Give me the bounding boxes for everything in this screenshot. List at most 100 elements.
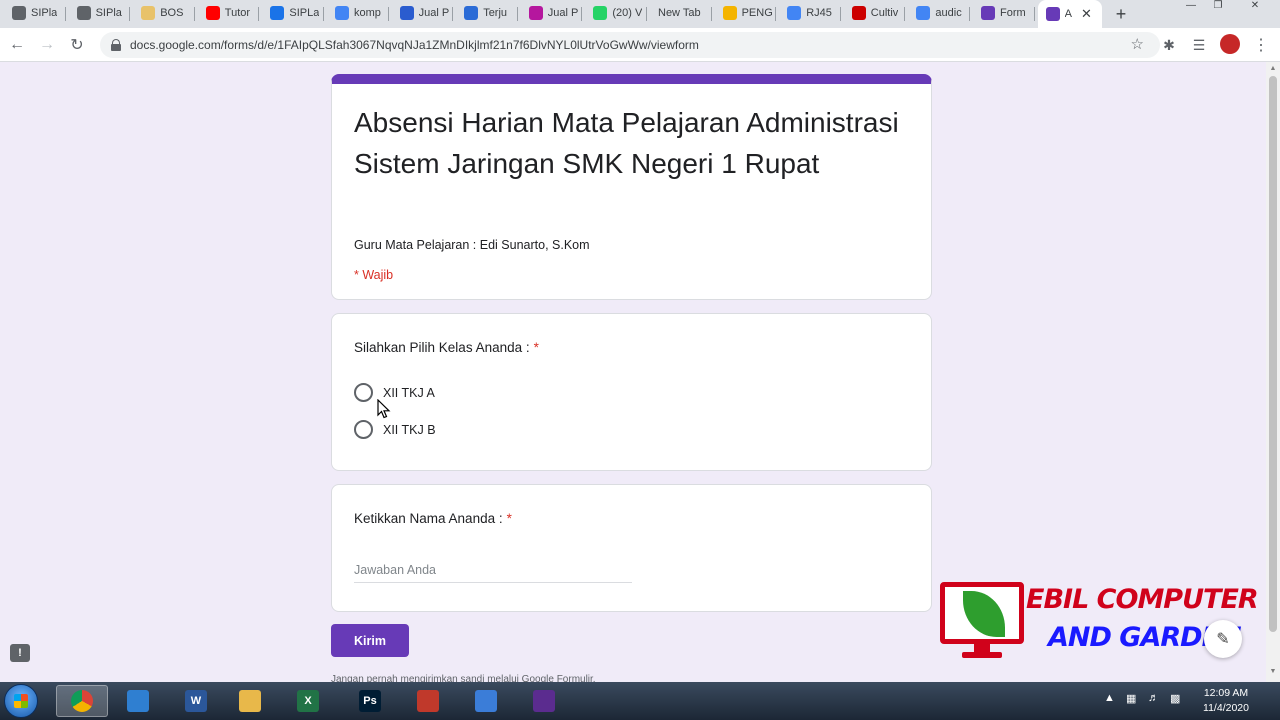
watermark-logo: EBIL COMPUTER AND GARDEN ✎ xyxy=(940,582,1259,660)
forward-button[interactable]: → xyxy=(36,34,58,56)
browser-tab[interactable]: Jual P xyxy=(392,2,453,24)
page-scrollbar[interactable]: ▲ ▼ xyxy=(1266,62,1280,682)
radio-option-xii-tkj-b[interactable]: XII TKJ B xyxy=(354,420,436,439)
form-title: Absensi Harian Mata Pelajaran Administra… xyxy=(354,107,899,179)
edit-pen-icon[interactable]: ✎ xyxy=(1204,620,1242,658)
question-title: Silahkan Pilih Kelas Ananda : * xyxy=(354,340,539,355)
tab-separator xyxy=(323,7,324,21)
browser-tab[interactable]: komp xyxy=(327,2,388,24)
mouse-cursor-icon xyxy=(377,399,391,419)
tab-separator xyxy=(516,7,518,21)
photoshop-icon: Ps xyxy=(359,690,381,712)
scroll-down-arrow-icon[interactable]: ▼ xyxy=(1268,668,1278,675)
browser-tab[interactable]: Terju xyxy=(456,2,517,24)
taskbar-app-snipping-tool[interactable] xyxy=(402,685,454,717)
star-icon xyxy=(722,6,737,20)
tab-title: Jual P xyxy=(547,7,579,19)
k-icon xyxy=(464,6,479,20)
name-answer-input[interactable] xyxy=(354,557,632,583)
radio-button[interactable] xyxy=(354,420,373,439)
taskbar-app-chrome[interactable] xyxy=(56,685,108,717)
scroll-up-arrow-icon[interactable]: ▲ xyxy=(1268,65,1278,72)
new-tab-button[interactable]: + xyxy=(1110,3,1132,25)
taskbar-app-excel[interactable]: X xyxy=(282,685,334,717)
word-icon: W xyxy=(185,690,207,712)
google-icon xyxy=(76,6,91,20)
question-title: Ketikkan Nama Ananda : * xyxy=(354,511,512,526)
tray-overflow-icon[interactable]: ▲ xyxy=(1104,692,1115,704)
form-header-card: Absensi Harian Mata Pelajaran Administra… xyxy=(331,74,932,300)
shopee-icon xyxy=(528,6,543,20)
question-title-text: Ketikkan Nama Ananda : xyxy=(354,511,503,526)
form-description: Guru Mata Pelajaran : Edi Sunarto, S.Kom xyxy=(354,238,590,252)
tab-separator xyxy=(839,7,841,21)
close-tab-icon[interactable]: ✕ xyxy=(1081,6,1092,22)
radio-label: XII TKJ A xyxy=(383,385,435,400)
monitor-icon xyxy=(940,582,1024,644)
clock-time: 12:09 AM xyxy=(1203,687,1249,699)
restore-button[interactable]: ❐ xyxy=(1207,0,1229,14)
submit-button[interactable]: Kirim xyxy=(331,624,409,657)
browser-tab[interactable]: Form xyxy=(973,2,1034,24)
bos-icon xyxy=(141,6,156,20)
browser-tab[interactable]: audic xyxy=(908,2,969,24)
network-icon[interactable]: ▩ xyxy=(1170,692,1180,705)
tab-separator xyxy=(710,7,712,21)
required-note: * Wajib xyxy=(354,268,394,282)
browser-tab[interactable]: Tutor xyxy=(198,2,259,24)
report-abuse-icon[interactable]: ! xyxy=(10,644,30,662)
reload-button[interactable]: ↻ xyxy=(66,34,88,56)
address-bar[interactable]: docs.google.com/forms/d/e/1FAIpQLSfah306… xyxy=(100,32,1160,58)
browser-tab[interactable]: SIPla xyxy=(4,2,65,24)
tab-title: Form xyxy=(1000,7,1026,19)
taskbar-app-control-panel[interactable] xyxy=(112,685,164,717)
taskbar-app-photoshop[interactable]: Ps xyxy=(344,685,396,717)
chrome-icon xyxy=(71,690,93,712)
radio-button[interactable] xyxy=(354,383,373,402)
browser-tab[interactable]: SIPLa xyxy=(262,2,323,24)
back-button[interactable]: ← xyxy=(6,34,28,56)
windows-taskbar: ▲ ▦ ♬ ▩ 12:09 AM 11/4/2020 W X Ps xyxy=(0,682,1280,720)
tab-separator xyxy=(258,7,260,21)
browser-tab[interactable]: Cultiv xyxy=(844,2,905,24)
browser-tab[interactable]: BOS xyxy=(133,2,194,24)
tab-title: audic xyxy=(935,7,962,19)
browser-tab[interactable]: New Tab xyxy=(650,2,711,24)
close-window-button[interactable]: ✕ xyxy=(1244,0,1266,14)
scroll-thumb[interactable] xyxy=(1269,76,1277,632)
browser-tab[interactable]: SIPla xyxy=(69,2,130,24)
tab-separator xyxy=(452,7,454,21)
extensions-icon[interactable]: ✱ xyxy=(1158,34,1180,56)
tab-strip: SIPla SIPla BOS Tutor SIPLa komp Jual P Terju Ju… xyxy=(0,0,1280,28)
clock-date: 11/4/2020 xyxy=(1203,702,1249,714)
taskbar-app-media-player[interactable] xyxy=(518,685,570,717)
browser-tab[interactable]: Jual P xyxy=(521,2,582,24)
bookmark-star-icon[interactable]: ☆ xyxy=(1131,35,1144,53)
taskbar-app-explorer[interactable] xyxy=(224,685,276,717)
google-search-icon xyxy=(335,6,349,20)
reading-list-icon[interactable]: ☰ xyxy=(1188,34,1210,56)
tab-separator xyxy=(646,7,647,21)
tab-separator xyxy=(581,7,583,21)
radio-option-xii-tkj-a[interactable]: XII TKJ A xyxy=(354,383,435,402)
volume-icon[interactable]: ♬ xyxy=(1148,692,1159,704)
system-clock[interactable]: 12:09 AM 11/4/2020 xyxy=(1196,686,1256,716)
tab-title: SIPla xyxy=(95,7,122,19)
browser-menu-icon[interactable]: ⋮ xyxy=(1250,34,1272,56)
start-button[interactable] xyxy=(4,684,38,718)
tab-title: A xyxy=(1064,8,1072,20)
taskbar-app-word[interactable]: W xyxy=(170,685,222,717)
tab-title: SIPLa xyxy=(289,7,320,19)
google-search-icon xyxy=(916,6,931,20)
minimize-button[interactable]: — xyxy=(1180,0,1202,14)
tab-separator xyxy=(129,7,131,21)
browser-tab[interactable]: RJ45 xyxy=(779,2,840,24)
media-player-icon xyxy=(533,690,555,712)
browser-tab[interactable]: PENG xyxy=(715,2,776,24)
tab-title: SIPla xyxy=(31,7,58,19)
profile-avatar[interactable] xyxy=(1220,34,1240,54)
taskbar-app-network-app[interactable] xyxy=(460,685,512,717)
tray-app-icon[interactable]: ▦ xyxy=(1126,692,1136,705)
browser-tab[interactable]: (20) V xyxy=(585,2,646,24)
browser-tab-active[interactable]: A ✕ xyxy=(1037,0,1102,28)
